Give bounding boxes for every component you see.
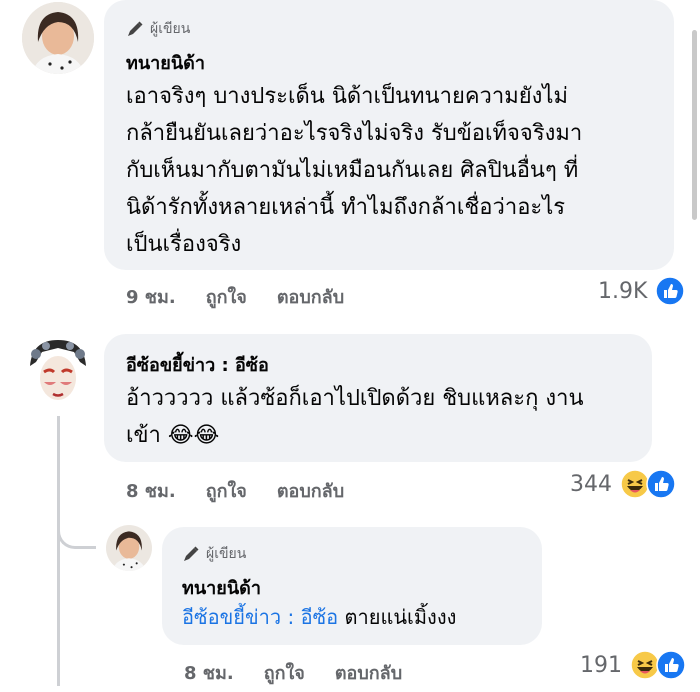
- reaction-count: 1.9K: [598, 278, 648, 304]
- author-badge: ผู้เขียน: [182, 543, 246, 565]
- like-icon: [646, 469, 676, 499]
- reactions[interactable]: 344: [570, 469, 676, 499]
- comment-text-line: กล้ายืนยันเลยว่าอะไรจริงไม่จริง รับข้อเท…: [126, 121, 583, 146]
- reply-button[interactable]: ตอบกลับ: [277, 476, 344, 505]
- comment-text-line: อ้าววววว แล้วซ้อก็เอาไปเปิดด้วย ชิบแหละก…: [126, 386, 584, 411]
- comment-text: อ้าววววว แล้วซ้อก็เอาไปเปิดด้วย ชิบแหละก…: [126, 380, 646, 454]
- reply-text-body: ตายแน่เมิ้งงง: [344, 605, 457, 629]
- author-badge-label: ผู้เขียน: [206, 546, 247, 562]
- comment-actions: 9 ชม. ถูกใจ ตอบกลับ: [126, 282, 344, 311]
- author-badge-label: ผู้เขียน: [150, 21, 191, 37]
- pen-icon: [128, 21, 143, 36]
- avatar[interactable]: [22, 2, 94, 74]
- pen-icon: [184, 546, 199, 561]
- comment-bubble: ผู้เขียน ทนายนิด้า เอาจริงๆ บางประเด็น น…: [104, 0, 674, 270]
- commenter-name[interactable]: ทนายนิด้า: [182, 573, 261, 602]
- comment-actions: 8 ชม. ถูกใจ ตอบกลับ: [126, 476, 344, 505]
- reaction-count: 344: [570, 471, 612, 497]
- reply-button[interactable]: ตอบกลับ: [277, 282, 344, 311]
- laughing-emoji: 😂😂: [167, 423, 220, 448]
- comment-text-line: นิด้ารักทั้งหลายเหล่านี้ ทำไมถึงกล้าเชื่…: [126, 195, 566, 220]
- reply-text: อีซ้อขยี้ข่าว : อีซ้อ ตายแน่เมิ้งงง: [182, 599, 456, 636]
- comment-text-line: เป็นเรื่องจริง: [126, 232, 242, 257]
- comment-time[interactable]: 9 ชม.: [126, 282, 176, 311]
- scrollbar[interactable]: [692, 30, 697, 220]
- reactions[interactable]: 1.9K: [598, 276, 686, 306]
- thread-line: [57, 416, 60, 686]
- author-badge: ผู้เขียน: [126, 18, 190, 40]
- commenter-name[interactable]: ทนายนิด้า: [126, 48, 205, 77]
- like-icon: [655, 276, 686, 306]
- comment-time[interactable]: 8 ชม.: [184, 658, 234, 687]
- reaction-count: 191: [580, 652, 622, 678]
- comment-text-line-end: เข้า: [126, 423, 161, 448]
- like-button[interactable]: ถูกใจ: [206, 282, 247, 311]
- avatar[interactable]: [106, 525, 152, 571]
- comment-actions: 8 ชม. ถูกใจ ตอบกลับ: [184, 658, 402, 687]
- comment-text-line: เอาจริงๆ บางประเด็น นิด้าเป็นทนายความยัง…: [126, 84, 568, 109]
- avatar[interactable]: [22, 336, 94, 408]
- thread-branch: [57, 510, 96, 549]
- comment-time[interactable]: 8 ชม.: [126, 476, 176, 505]
- reactions[interactable]: 191: [580, 650, 686, 680]
- comment-text-line: กับเห็นมากับตามันไม่เหมือนกันเลย ศิลปินอ…: [126, 158, 579, 183]
- comment-text-line: เข้า 😂😂: [126, 417, 646, 454]
- mention-link[interactable]: อีซ้อขยี้ข่าว : อีซ้อ: [182, 605, 338, 629]
- comment-bubble: อีซ้อขยี้ข่าว : อีซ้อ อ้าววววว แล้วซ้อก็…: [104, 334, 652, 462]
- commenter-name[interactable]: อีซ้อขยี้ข่าว : อีซ้อ: [126, 350, 269, 379]
- like-icon: [656, 650, 686, 680]
- reply-bubble: ผู้เขียน ทนายนิด้า อีซ้อขยี้ข่าว : อีซ้อ…: [162, 527, 542, 645]
- like-button[interactable]: ถูกใจ: [206, 476, 247, 505]
- reply-button[interactable]: ตอบกลับ: [335, 658, 402, 687]
- like-button[interactable]: ถูกใจ: [264, 658, 305, 687]
- comment-text: เอาจริงๆ บางประเด็น นิด้าเป็นทนายความยัง…: [126, 78, 666, 263]
